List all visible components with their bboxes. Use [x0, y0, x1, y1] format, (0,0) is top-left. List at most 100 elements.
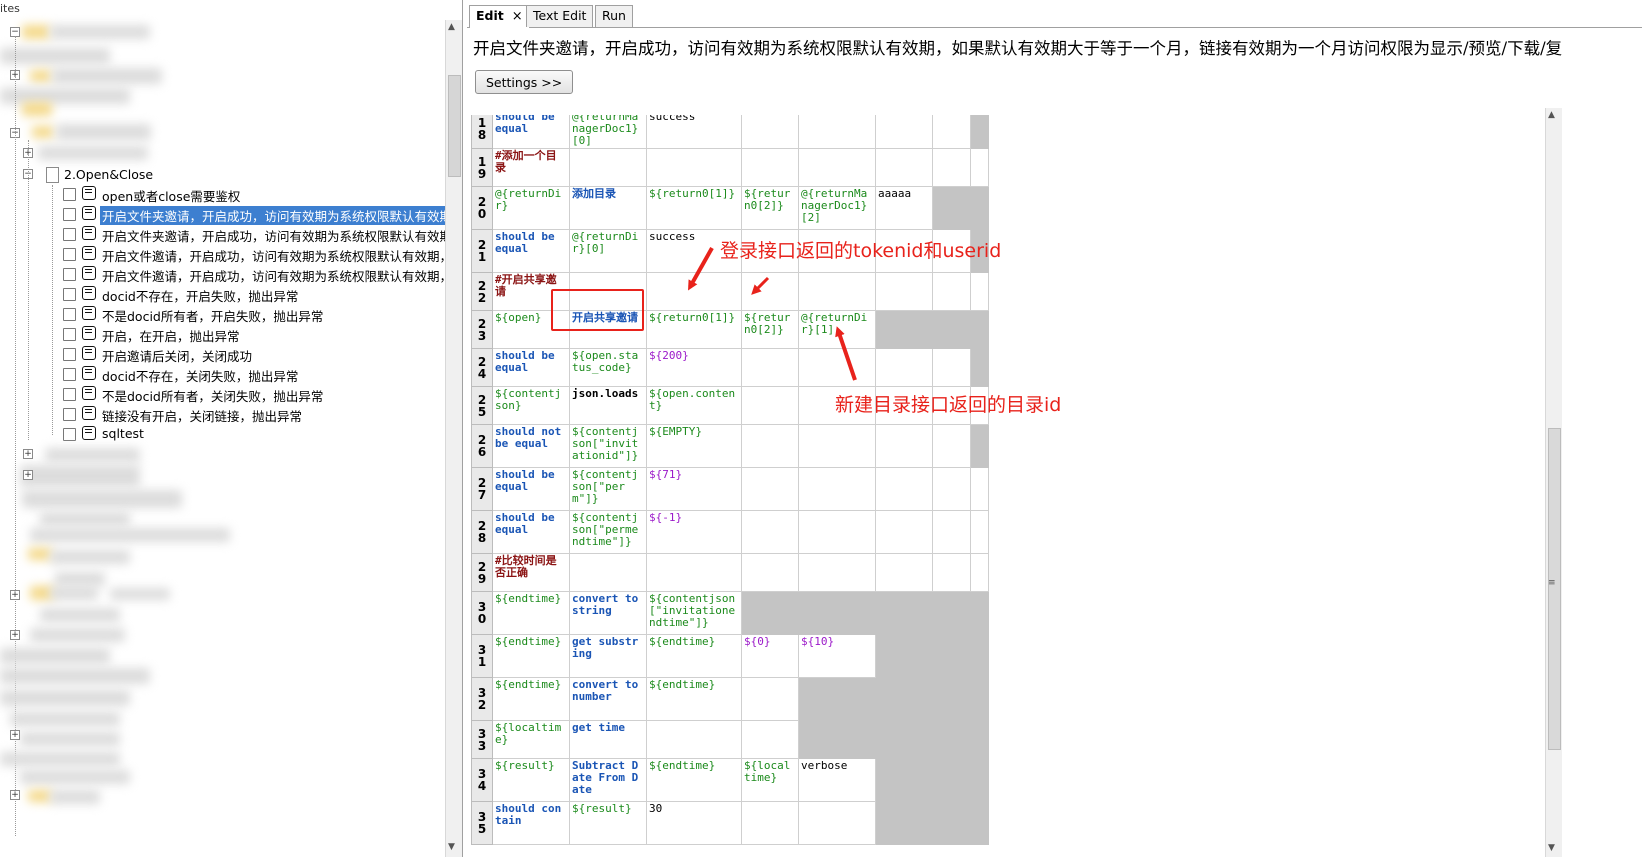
grid-cell[interactable] [798, 801, 876, 845]
grid-cell[interactable]: #比较时间是否正确 [492, 553, 570, 592]
grid-cell[interactable]: ${result} [569, 801, 647, 845]
row-number[interactable]: 19 [471, 148, 493, 187]
test-checkbox[interactable] [63, 428, 76, 441]
grid-cell[interactable] [741, 553, 799, 592]
grid-cell[interactable]: ${contentjson["invitationendtime"]} [646, 591, 742, 635]
row-number[interactable]: 21 [471, 229, 493, 273]
grid-cell[interactable] [970, 591, 989, 635]
grid-cell[interactable]: json.loads [569, 386, 647, 425]
grid-cell[interactable]: ${localtime} [492, 720, 570, 759]
tree-test-case[interactable]: docid不存在，关闭失败，抛出异常 [0, 363, 462, 384]
grid-cell[interactable]: ${open.content} [646, 386, 742, 425]
grid-cell[interactable]: Subtract Date From Date [569, 758, 647, 802]
grid-cell[interactable]: ${return0[1]} [646, 310, 742, 349]
grid-cell[interactable]: ${0} [741, 634, 799, 678]
tree-test-case[interactable]: 不是docid所有者，开启失败，抛出异常 [0, 303, 462, 324]
tree-expander[interactable]: + [10, 790, 20, 800]
grid-cell[interactable] [932, 272, 971, 311]
grid-cell[interactable] [970, 510, 989, 554]
tree-node-open-close[interactable]: 2.Open&Close [46, 166, 346, 184]
grid-cell[interactable] [875, 553, 933, 592]
grid-cell[interactable] [646, 553, 742, 592]
grid-cell[interactable]: ${endtime} [492, 591, 570, 635]
tree-expander[interactable]: + [23, 449, 33, 459]
row-number[interactable]: 25 [471, 386, 493, 425]
row-number[interactable]: 31 [471, 634, 493, 678]
row-number[interactable]: 28 [471, 510, 493, 554]
tree-test-case[interactable]: 开启邀请后关闭，关闭成功 [0, 343, 462, 364]
tree-expander[interactable]: + [10, 730, 20, 740]
grid-cell[interactable] [970, 677, 989, 721]
grid-cell[interactable] [932, 424, 971, 468]
row-number[interactable]: 33 [471, 720, 493, 759]
grid-cell[interactable] [798, 272, 876, 311]
grid-cell[interactable] [932, 467, 971, 511]
grid-cell[interactable] [970, 553, 989, 592]
tab-edit[interactable]: Edit × [469, 5, 530, 28]
grid-cell[interactable]: ${endtime} [646, 677, 742, 721]
scroll-up-icon[interactable]: ▲ [1548, 110, 1555, 120]
grid-cell[interactable] [875, 348, 933, 387]
grid-cell[interactable] [741, 801, 799, 845]
grid-cell[interactable]: ${contentjson["invitationid"]} [569, 424, 647, 468]
row-number[interactable]: 35 [471, 801, 493, 845]
grid-cell[interactable] [798, 510, 876, 554]
grid-cell[interactable] [875, 467, 933, 511]
grid-cell[interactable] [741, 467, 799, 511]
tree-test-case[interactable]: open或者close需要鉴权 [0, 183, 462, 204]
grid-cell[interactable] [970, 720, 989, 759]
scrollbar-thumb[interactable] [1548, 428, 1561, 750]
row-number[interactable]: 18 [471, 115, 493, 149]
row-number[interactable]: 27 [471, 467, 493, 511]
test-checkbox[interactable] [63, 308, 76, 321]
grid-cell[interactable]: ${endtime} [646, 634, 742, 678]
grid-cell[interactable]: ${localtime} [741, 758, 799, 802]
grid-cell[interactable]: should be equal [492, 467, 570, 511]
grid-cell[interactable] [970, 634, 989, 678]
row-number[interactable]: 26 [471, 424, 493, 468]
grid-cell[interactable] [569, 553, 647, 592]
test-checkbox[interactable] [63, 188, 76, 201]
grid-cell[interactable] [798, 424, 876, 468]
grid-cell[interactable] [932, 348, 971, 387]
grid-cell[interactable] [741, 386, 799, 425]
grid-cell[interactable] [875, 720, 933, 759]
grid-cell[interactable] [741, 591, 799, 635]
close-icon[interactable]: × [512, 9, 523, 24]
grid-cell[interactable] [970, 424, 989, 468]
grid-cell[interactable] [741, 148, 799, 187]
scroll-down-icon[interactable]: ▼ [448, 842, 455, 852]
grid-cell[interactable] [741, 272, 799, 311]
row-number[interactable]: 22 [471, 272, 493, 311]
grid-cell[interactable]: 添加目录 [569, 186, 647, 230]
grid-cell[interactable]: should not be equal [492, 424, 570, 468]
grid-cell[interactable]: ${open.status_code} [569, 348, 647, 387]
grid-cell[interactable] [798, 677, 876, 721]
grid-cell[interactable]: ${-1} [646, 510, 742, 554]
row-number[interactable]: 29 [471, 553, 493, 592]
grid-cell[interactable]: convert to number [569, 677, 647, 721]
grid-cell[interactable] [741, 424, 799, 468]
tree-test-case[interactable]: docid不存在，开启失败，抛出异常 [0, 283, 462, 304]
grid-cell[interactable] [875, 801, 933, 845]
scrollbar-thumb[interactable] [448, 75, 461, 177]
grid-cell[interactable] [798, 148, 876, 187]
grid-cell[interactable] [970, 467, 989, 511]
grid-cell[interactable]: @{returnDir}[0] [569, 229, 647, 273]
grid-cell[interactable] [798, 348, 876, 387]
test-checkbox[interactable] [63, 368, 76, 381]
grid-cell[interactable] [932, 510, 971, 554]
grid-cell[interactable]: @{returnDir} [492, 186, 570, 230]
row-number[interactable]: 24 [471, 348, 493, 387]
grid-cell[interactable] [798, 591, 876, 635]
grid-cell[interactable] [970, 148, 989, 187]
grid-cell[interactable] [741, 348, 799, 387]
grid-cell[interactable] [569, 148, 647, 187]
grid-cell[interactable] [932, 186, 971, 230]
tree-test-case[interactable]: 开启，在开启，抛出异常 [0, 323, 462, 344]
test-checkbox[interactable] [63, 388, 76, 401]
grid-cell[interactable]: should be equal [492, 348, 570, 387]
grid-cell[interactable] [875, 758, 933, 802]
grid-cell[interactable] [970, 801, 989, 845]
grid-cell[interactable]: should be equal [492, 229, 570, 273]
